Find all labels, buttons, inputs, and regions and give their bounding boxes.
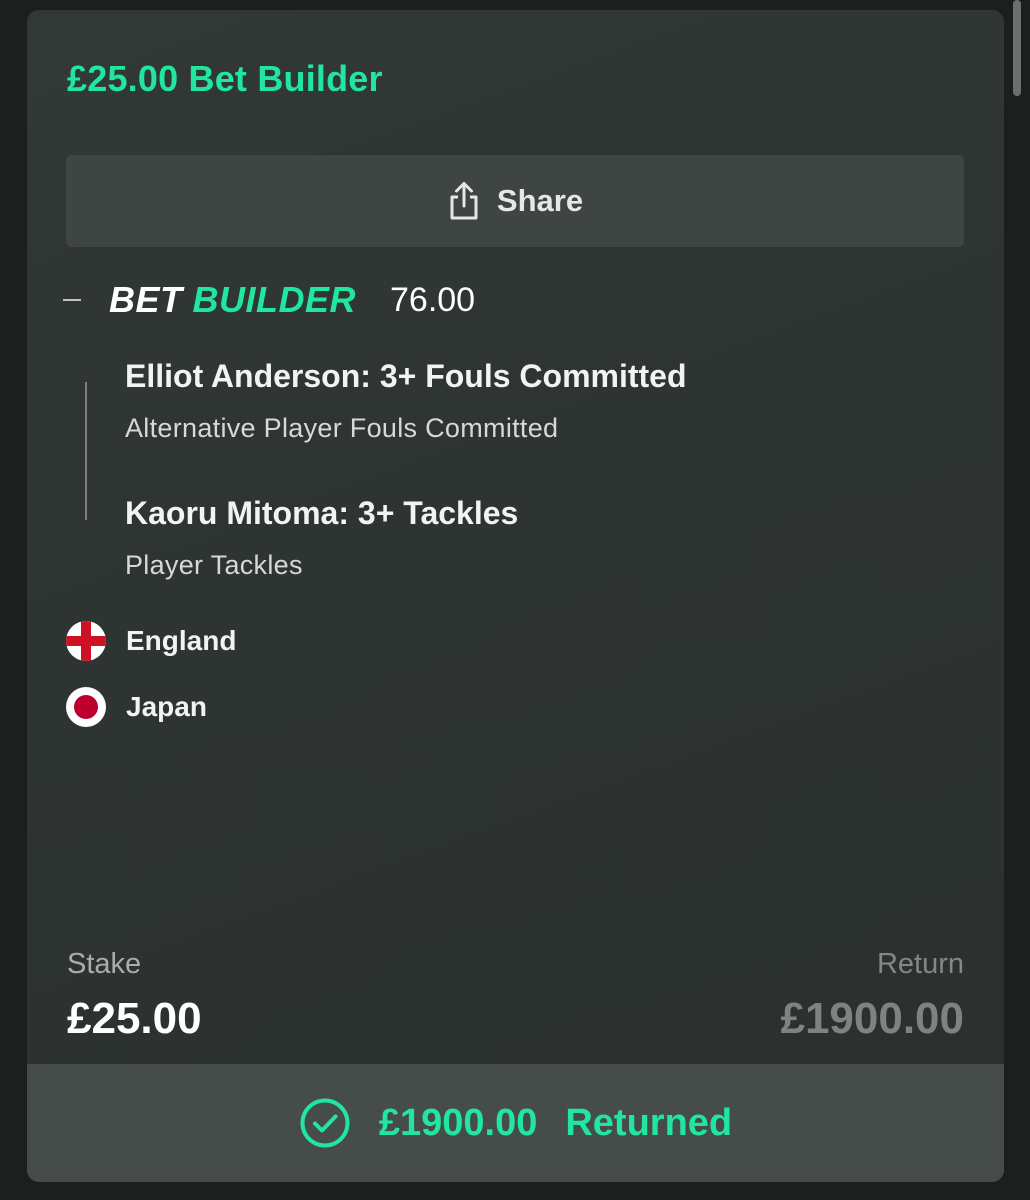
share-icon [447,181,481,221]
team-name: England [126,625,237,656]
bet-title: £25.00 Bet Builder [67,58,383,99]
japan-flag-icon [66,687,106,727]
team-japan: Japan [66,687,207,727]
leg-market: Alternative Player Fouls Committed [125,413,559,443]
leg-selection: Kaoru Mitoma: 3+ Tackles [125,495,519,531]
bet-leg: Kaoru Mitoma: 3+ Tackles Player Tackles [125,495,518,581]
bet-builder-header: BET BUILDER 76.00 [63,278,475,322]
returned-amount: £1900.00 [378,1101,538,1144]
bet-odds: 76.00 [390,280,476,319]
returned-label: Returned [565,1101,733,1144]
return-label: Return [876,948,964,980]
leg-market: Player Tackles [125,550,303,580]
share-label: Share [496,183,584,218]
return-value: £1900.00 [780,994,964,1043]
scrollbar-thumb[interactable] [1013,0,1021,96]
team-name: Japan [126,691,207,722]
bet-builder-logo: BET BUILDER [109,279,356,321]
logo-bet-text: BET [109,279,183,320]
logo-builder-text: BUILDER [192,279,356,320]
bet-leg: Elliot Anderson: 3+ Fouls Committed Alte… [125,358,687,444]
bet-card: £25.00 Bet Builder Share BET BUILDER 76.… [27,10,1004,1182]
stake-label: Stake [67,948,142,980]
scrollbar[interactable] [1004,0,1030,1200]
share-button[interactable]: Share [66,155,964,247]
leg-selection: Elliot Anderson: 3+ Fouls Committed [125,358,687,394]
team-england: England [66,621,236,661]
legs-connector-line [85,382,87,520]
stake-value: £25.00 [67,994,202,1043]
page: £25.00 Bet Builder Share BET BUILDER 76.… [0,0,1030,1200]
collapse-icon[interactable] [63,299,81,301]
england-flag-icon [66,621,106,661]
check-circle-icon [299,1097,351,1149]
returned-status-bar: £1900.00 Returned [27,1064,1004,1182]
